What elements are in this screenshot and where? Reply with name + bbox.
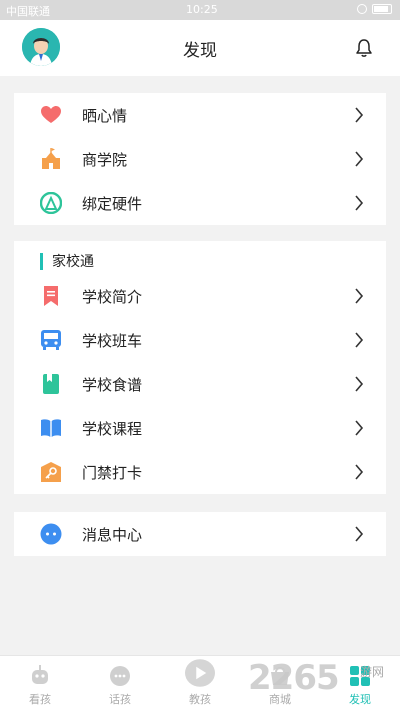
play-icon [185, 659, 215, 687]
menu-item-label: 门禁打卡 [82, 464, 143, 482]
building-icon [42, 148, 60, 169]
menu-item-label: 学校课程 [82, 420, 143, 438]
carrier-label: 中国联通 [6, 5, 50, 18]
key-icon [41, 462, 61, 482]
heart-icon [41, 106, 61, 123]
menu-item-share-mood[interactable]: 晒心情 [14, 93, 386, 137]
menu-item-school-intro[interactable]: 学校简介 [14, 274, 386, 318]
status-bar: 中国联通 10:25 [0, 0, 400, 20]
tab-label: 教孩 [189, 693, 211, 706]
page-title: 发现 [183, 41, 217, 61]
chevron-right-icon [355, 288, 364, 304]
menu-item-label: 学校班车 [82, 332, 143, 350]
page-header: 发现 [0, 20, 400, 76]
menu-item-access-checkin[interactable]: 门禁打卡 [14, 450, 386, 494]
tab-label: 看孩 [29, 693, 51, 706]
chevron-right-icon [355, 195, 364, 211]
alarm-icon [357, 4, 367, 14]
menu-group-messages: 消息中心 [14, 512, 386, 556]
chat-icon [110, 666, 130, 686]
menu-item-label: 消息中心 [82, 526, 143, 544]
chat-bubble-icon [40, 523, 62, 545]
chevron-right-icon [355, 332, 364, 348]
section-title: 家校通 [40, 251, 94, 273]
bus-icon [41, 330, 61, 350]
status-icons [357, 4, 392, 14]
chevron-right-icon [355, 107, 364, 123]
tab-label: 话孩 [109, 693, 131, 706]
device-icon [40, 192, 62, 214]
battery-icon [372, 4, 392, 14]
watermark-sub: 游网 [360, 665, 385, 679]
tab-teach-child[interactable]: 教孩 [160, 656, 240, 711]
menu-item-label: 商学院 [82, 151, 128, 169]
notification-bell-icon[interactable] [354, 38, 374, 58]
tab-watch-child[interactable]: 看孩 [0, 656, 80, 711]
clock: 10:25 [186, 3, 218, 16]
menu-item-business-school[interactable]: 商学院 [14, 137, 386, 181]
menu-item-school-courses[interactable]: 学校课程 [14, 406, 386, 450]
menu-item-label: 绑定硬件 [82, 195, 143, 213]
chevron-right-icon [355, 526, 364, 542]
menu-group-home-school: 家校通 学校简介 学校班车 学校食谱 学校课程 门禁打卡 [14, 241, 386, 494]
chevron-right-icon [355, 420, 364, 436]
recipe-book-icon [43, 374, 59, 394]
chevron-right-icon [355, 376, 364, 392]
menu-item-label: 晒心情 [82, 107, 128, 125]
menu-item-school-bus[interactable]: 学校班车 [14, 318, 386, 362]
menu-group-main: 晒心情 商学院 绑定硬件 [14, 93, 386, 225]
watermark: 2265 [248, 658, 340, 698]
open-book-icon [41, 419, 61, 437]
chevron-right-icon [355, 464, 364, 480]
menu-item-label: 学校食谱 [82, 376, 143, 394]
robot-icon [32, 665, 48, 684]
bottom-tab-bar: 看孩 话孩 教孩 商城 发现 [0, 655, 400, 711]
menu-item-message-center[interactable]: 消息中心 [14, 512, 386, 556]
bookmark-icon [44, 286, 58, 306]
chevron-right-icon [355, 151, 364, 167]
menu-item-label: 学校简介 [82, 288, 143, 306]
menu-item-bind-hardware[interactable]: 绑定硬件 [14, 181, 386, 225]
menu-item-school-recipe[interactable]: 学校食谱 [14, 362, 386, 406]
tab-talk-child[interactable]: 话孩 [80, 656, 160, 711]
